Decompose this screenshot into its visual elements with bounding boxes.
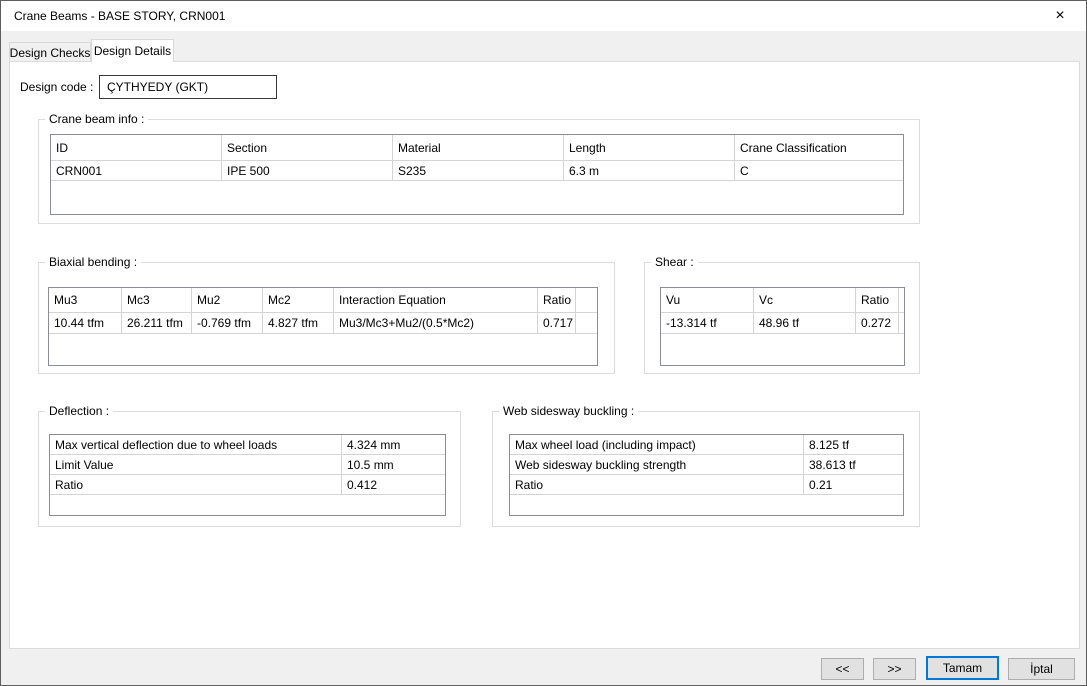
table-row[interactable]: Max vertical deflection due to wheel loa… [50,435,445,455]
header-mc2: Mc2 [263,288,334,312]
cell-crane-classification: C [735,161,903,180]
table-row[interactable]: Limit Value 10.5 mm [50,455,445,475]
table-header-row: Mu3 Mc3 Mu2 Mc2 Interaction Equation Rat… [49,288,597,313]
header-length: Length [564,135,735,160]
table-row[interactable]: Ratio 0.21 [510,475,903,495]
header-mu2: Mu2 [192,288,263,312]
biaxial-bending-title: Biaxial bending : [45,255,141,269]
tab-design-details[interactable]: Design Details [91,39,174,62]
header-section: Section [222,135,393,160]
cell-ratio: 0.717 [538,313,576,333]
header-interaction-equation: Interaction Equation [334,288,538,312]
cell-id: CRN001 [51,161,222,180]
tab-design-details-label: Design Details [94,44,171,58]
row-label: Limit Value [50,455,342,474]
cell-filler [899,313,904,333]
cell-mu3: 10.44 tfm [49,313,122,333]
biaxial-bending-group: Biaxial bending : Mu3 Mc3 Mu2 Mc2 Intera… [38,262,615,374]
web-sidesway-buckling-group: Web sidesway buckling : Max wheel load (… [492,411,920,527]
row-value: 10.5 mm [342,455,445,474]
cell-section: IPE 500 [222,161,393,180]
shear-group: Shear : Vu Vc Ratio -13.314 tf 48.96 tf … [644,262,920,374]
shear-title: Shear : [651,255,698,269]
header-ratio: Ratio [856,288,899,312]
row-label: Max vertical deflection due to wheel loa… [50,435,342,454]
row-value: 8.125 tf [804,435,903,454]
cell-ratio: 0.272 [856,313,899,333]
design-code-label: Design code : [20,80,93,94]
header-ratio: Ratio [538,288,576,312]
table-row[interactable]: Max wheel load (including impact) 8.125 … [510,435,903,455]
table-row[interactable]: -13.314 tf 48.96 tf 0.272 [661,313,904,334]
header-filler [576,288,597,312]
row-label: Ratio [510,475,804,494]
table-header-row: Vu Vc Ratio [661,288,904,313]
row-value: 38.613 tf [804,455,903,474]
header-id: ID [51,135,222,160]
header-filler [899,288,904,312]
cell-interaction-equation: Mu3/Mc3+Mu2/(0.5*Mc2) [334,313,538,333]
cell-mc3: 26.211 tfm [122,313,192,333]
window-title: Crane Beams - BASE STORY, CRN001 [14,9,225,23]
cell-material: S235 [393,161,564,180]
row-value: 0.21 [804,475,903,494]
row-value: 4.324 mm [342,435,445,454]
crane-beam-info-table: ID Section Material Length Crane Classif… [50,134,904,215]
table-header-row: ID Section Material Length Crane Classif… [51,135,903,161]
next-button[interactable]: >> [873,658,916,680]
previous-button[interactable]: << [821,658,864,680]
design-details-page: Design code : Crane beam info : ID Secti… [9,61,1080,649]
table-row[interactable]: 10.44 tfm 26.211 tfm -0.769 tfm 4.827 tf… [49,313,597,334]
row-value: 0.412 [342,475,445,494]
header-mu3: Mu3 [49,288,122,312]
cell-mc2: 4.827 tfm [263,313,334,333]
cell-filler [576,313,597,333]
header-mc3: Mc3 [122,288,192,312]
deflection-title: Deflection : [45,404,113,418]
table-row[interactable]: CRN001 IPE 500 S235 6.3 m C [51,161,903,181]
crane-beams-dialog: Crane Beams - BASE STORY, CRN001 × Desig… [0,0,1087,686]
header-vu: Vu [661,288,754,312]
design-code-input[interactable] [99,75,277,99]
shear-table: Vu Vc Ratio -13.314 tf 48.96 tf 0.272 [660,287,905,366]
ok-button[interactable]: Tamam [926,656,999,680]
cell-vu: -13.314 tf [661,313,754,333]
title-bar[interactable]: Crane Beams - BASE STORY, CRN001 × [1,1,1086,31]
header-crane-classification: Crane Classification [735,135,903,160]
row-label: Ratio [50,475,342,494]
cell-mu2: -0.769 tfm [192,313,263,333]
table-row[interactable]: Ratio 0.412 [50,475,445,495]
cancel-button[interactable]: İptal [1008,658,1075,680]
row-label: Web sidesway buckling strength [510,455,804,474]
row-label: Max wheel load (including impact) [510,435,804,454]
deflection-table: Max vertical deflection due to wheel loa… [49,434,446,516]
biaxial-bending-table: Mu3 Mc3 Mu2 Mc2 Interaction Equation Rat… [48,287,598,366]
header-material: Material [393,135,564,160]
header-vc: Vc [754,288,856,312]
close-icon[interactable]: × [1042,4,1078,28]
web-sidesway-buckling-table: Max wheel load (including impact) 8.125 … [509,434,904,516]
tab-design-checks-label: Design Checks [10,46,91,60]
tab-design-checks[interactable]: Design Checks [9,42,91,62]
crane-beam-info-title: Crane beam info : [45,112,148,126]
cell-length: 6.3 m [564,161,735,180]
web-sidesway-buckling-title: Web sidesway buckling : [499,404,638,418]
cell-vc: 48.96 tf [754,313,856,333]
deflection-group: Deflection : Max vertical deflection due… [38,411,461,527]
table-row[interactable]: Web sidesway buckling strength 38.613 tf [510,455,903,475]
crane-beam-info-group: Crane beam info : ID Section Material Le… [38,119,920,224]
